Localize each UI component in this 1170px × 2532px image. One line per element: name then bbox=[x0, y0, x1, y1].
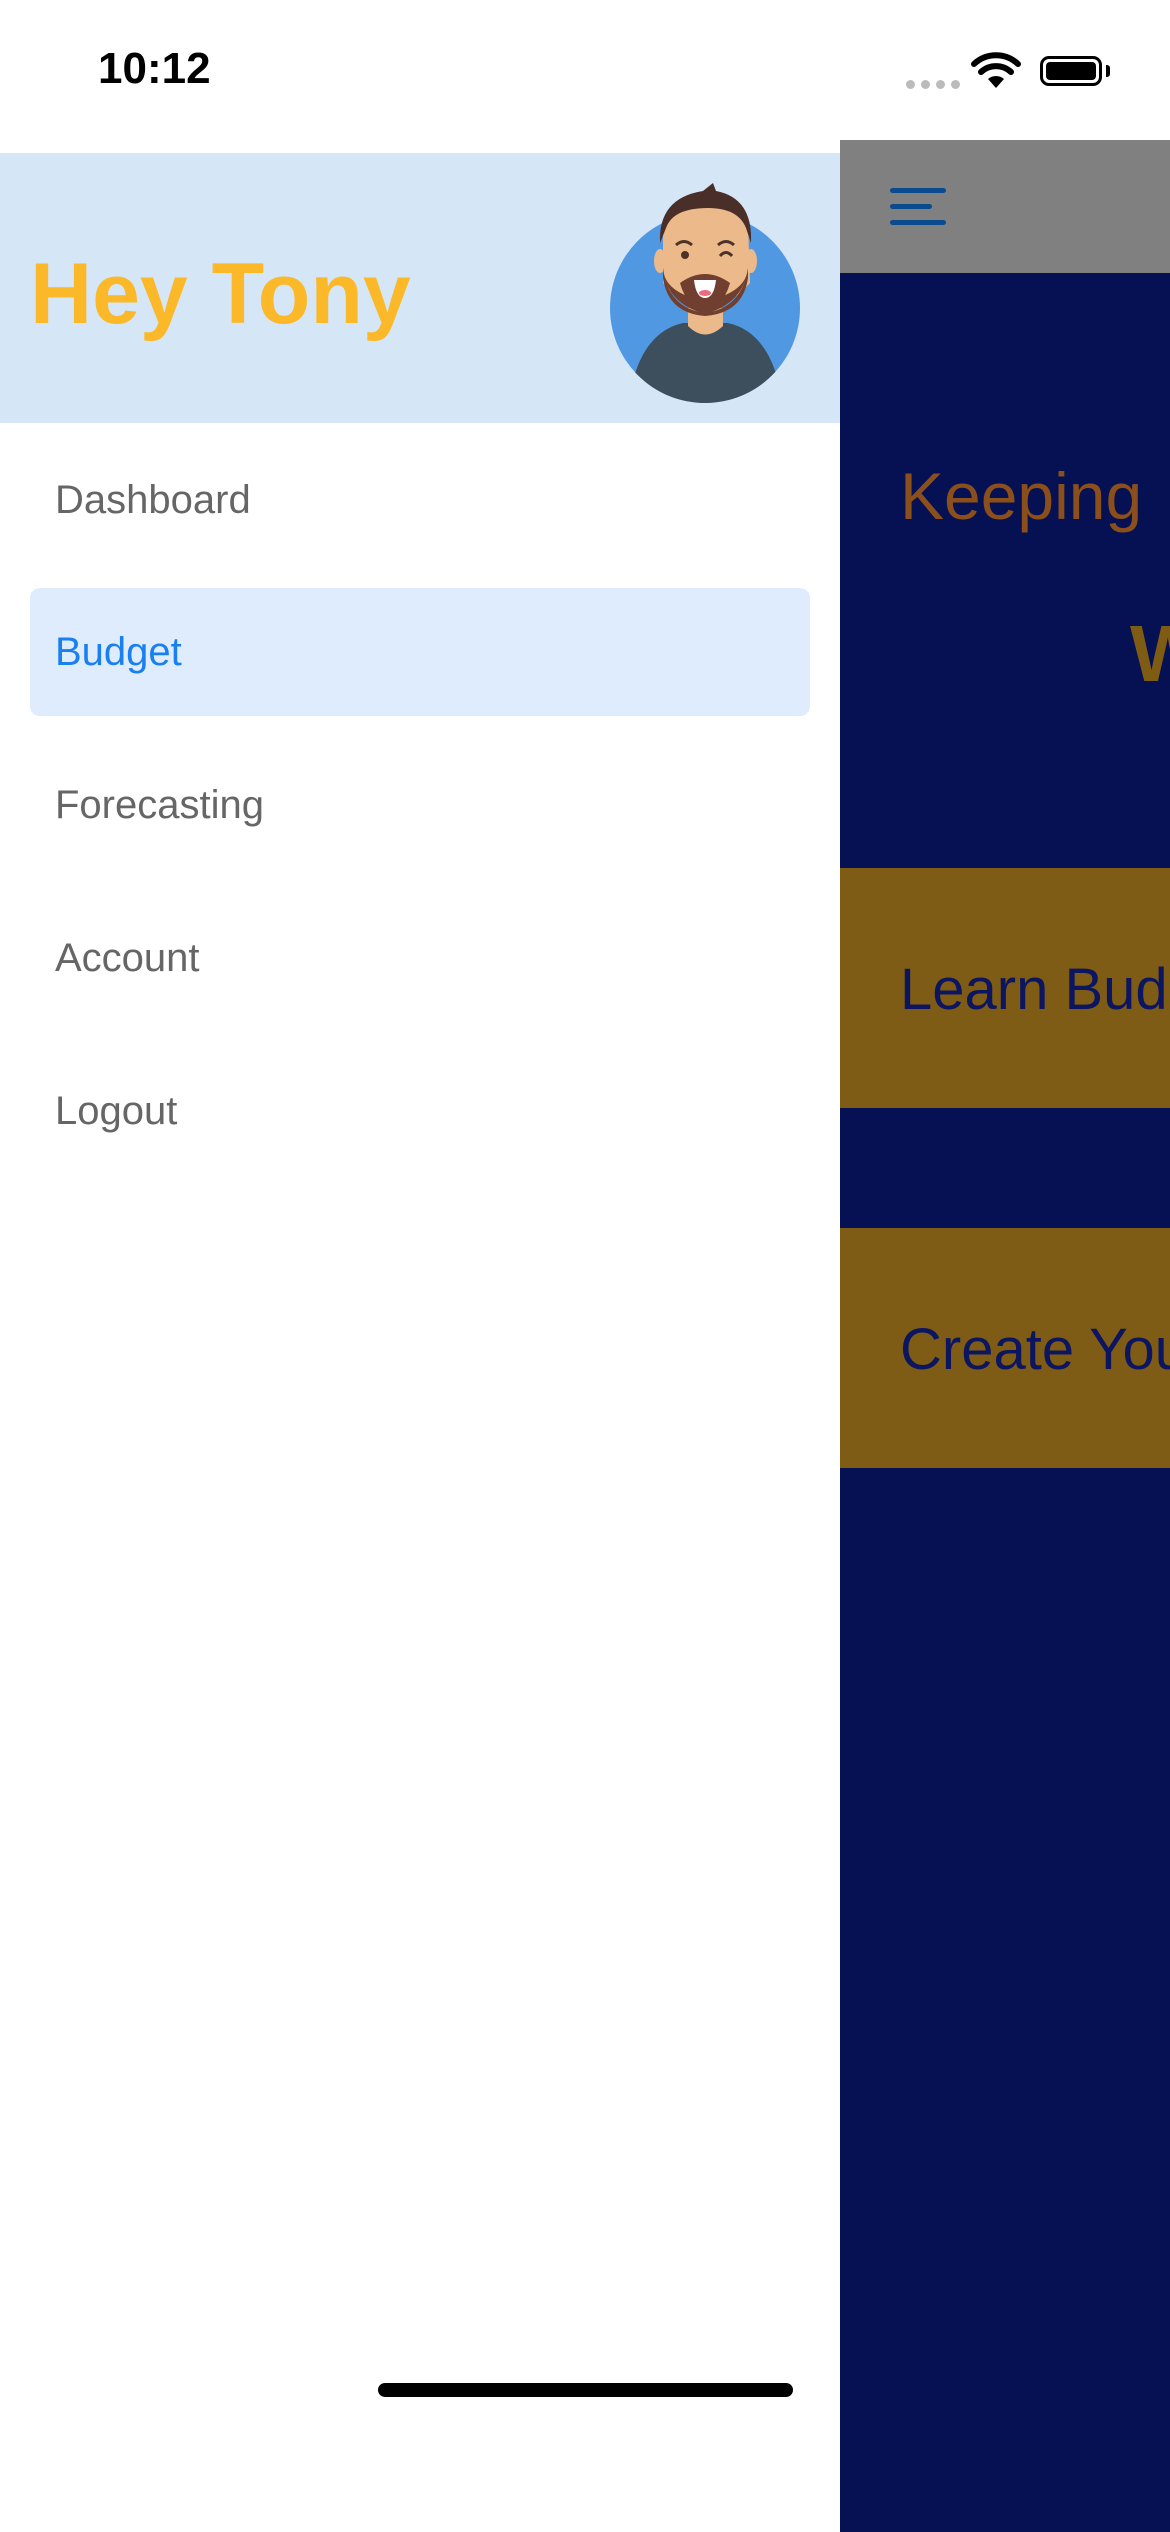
signal-dots-icon bbox=[906, 80, 960, 89]
hamburger-icon[interactable] bbox=[890, 188, 946, 228]
greeting-title: Hey Tony bbox=[30, 246, 411, 342]
avatar[interactable] bbox=[608, 183, 803, 405]
card-label: Create You bbox=[900, 1317, 1170, 1382]
headline: Keeping bbox=[900, 459, 1143, 533]
status-time: 10:12 bbox=[98, 44, 211, 93]
main-content-dimmed[interactable]: Keeping W Learn Bud Create You bbox=[840, 140, 1170, 2532]
create-budget-card[interactable]: Create You bbox=[840, 1228, 1170, 1468]
battery-icon bbox=[1040, 56, 1102, 86]
app-bar bbox=[840, 140, 1170, 273]
card-label: Learn Bud bbox=[900, 957, 1168, 1022]
wifi-icon bbox=[971, 52, 1021, 88]
drawer-header: Hey Tony bbox=[0, 153, 840, 423]
home-indicator[interactable] bbox=[378, 2383, 793, 2397]
learn-budgeting-card[interactable]: Learn Bud bbox=[840, 868, 1170, 1108]
menu-item-forecasting[interactable]: Forecasting bbox=[30, 741, 810, 869]
menu-item-account[interactable]: Account bbox=[30, 894, 810, 1022]
battery-tip bbox=[1106, 65, 1110, 77]
navigation-drawer: Hey Tony Dashboard Budget Forecasting Ac… bbox=[0, 140, 840, 2532]
menu-item-dashboard[interactable]: Dashboard bbox=[30, 436, 810, 564]
subheadline: W bbox=[1130, 609, 1170, 698]
status-bar: 10:12 bbox=[0, 0, 1170, 140]
menu-item-budget[interactable]: Budget bbox=[30, 588, 810, 716]
menu-item-logout[interactable]: Logout bbox=[30, 1047, 810, 1175]
